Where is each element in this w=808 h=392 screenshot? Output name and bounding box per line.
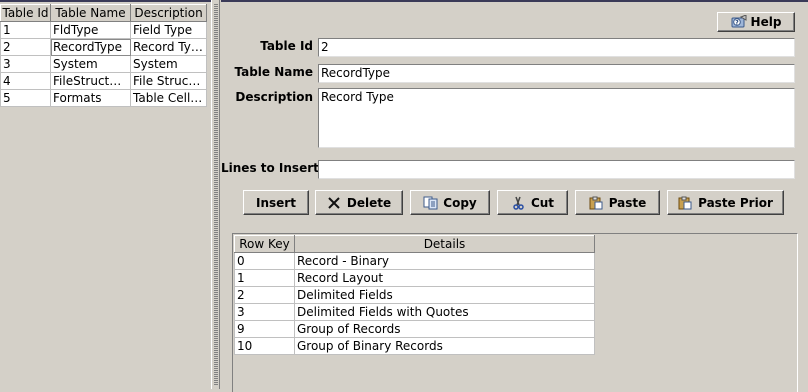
- column-header-table-name[interactable]: Table Name: [50, 4, 131, 22]
- description-cell[interactable]: System: [130, 55, 207, 73]
- paste-button[interactable]: Paste: [575, 190, 660, 215]
- table-row[interactable]: 0 Record - Binary: [234, 252, 595, 270]
- row-key-cell[interactable]: 10: [234, 337, 295, 355]
- cut-button-label: Cut: [530, 195, 555, 210]
- insert-button[interactable]: Insert: [243, 190, 309, 215]
- table-name-label: Table Name: [234, 65, 313, 79]
- svg-text:?: ?: [735, 20, 739, 27]
- table-id-cell[interactable]: 1: [0, 21, 51, 39]
- table-name-cell[interactable]: Formats: [50, 89, 131, 107]
- table-row[interactable]: 2 RecordType Record Type: [0, 38, 207, 56]
- delete-button-label: Delete: [346, 195, 392, 210]
- description-cell[interactable]: Table Cell ...: [130, 89, 207, 107]
- table-row[interactable]: 4 FileStructure File Structu...: [0, 72, 207, 90]
- help-icon: ?: [731, 14, 747, 29]
- cut-button[interactable]: Cut: [497, 190, 568, 215]
- table-row[interactable]: 10 Group of Binary Records: [234, 337, 595, 355]
- copy-button-label: Copy: [443, 195, 477, 210]
- table-id-cell[interactable]: 4: [0, 72, 51, 90]
- column-header-row-key[interactable]: Row Key: [234, 235, 295, 253]
- table-detail-pane: ? Help Table Id 2 Table Name RecordType …: [221, 0, 808, 392]
- table-row[interactable]: 1 FldType Field Type: [0, 21, 207, 39]
- column-header-details[interactable]: Details: [294, 235, 595, 253]
- table-row[interactable]: 1 Record Layout: [234, 269, 595, 287]
- table-row[interactable]: 5 Formats Table Cell ...: [0, 89, 207, 107]
- table-name-cell[interactable]: FldType: [50, 21, 131, 39]
- clipboard-icon: [589, 196, 603, 210]
- details-cell[interactable]: Record Layout: [294, 269, 595, 287]
- delete-button[interactable]: Delete: [315, 190, 403, 215]
- table-id-cell[interactable]: 2: [0, 38, 51, 56]
- splitter-grip[interactable]: [214, 4, 218, 385]
- table-list-header: Table Id Table Name Description: [0, 4, 207, 22]
- table-id-label: Table Id: [260, 39, 313, 53]
- description-cell[interactable]: Field Type: [130, 21, 207, 39]
- details-table-header: Row Key Details: [234, 235, 595, 253]
- table-name-cell[interactable]: System: [50, 55, 131, 73]
- table-list-pane: Table Id Table Name Description 1 FldTyp…: [0, 0, 211, 389]
- details-scroll-pane[interactable]: Row Key Details 0 Record - Binary 1 Reco…: [232, 233, 798, 392]
- help-button[interactable]: ? Help: [717, 12, 795, 32]
- table-list: Table Id Table Name Description 1 FldTyp…: [0, 4, 207, 107]
- details-cell[interactable]: Record - Binary: [294, 252, 595, 270]
- lines-to-insert-field[interactable]: [318, 160, 795, 179]
- lines-to-insert-label: Lines to Insert: [221, 161, 319, 175]
- row-key-cell[interactable]: 0: [234, 252, 295, 270]
- table-id-field[interactable]: 2: [318, 38, 795, 57]
- delete-icon: [327, 196, 341, 210]
- details-table: Row Key Details 0 Record - Binary 1 Reco…: [234, 235, 595, 355]
- clipboard-icon: [678, 196, 692, 210]
- row-key-cell[interactable]: 1: [234, 269, 295, 287]
- column-header-table-id[interactable]: Table Id: [0, 4, 51, 22]
- details-cell[interactable]: Delimited Fields with Quotes: [294, 303, 595, 321]
- table-name-cell[interactable]: RecordType: [50, 38, 131, 56]
- table-row[interactable]: 3 Delimited Fields with Quotes: [234, 303, 595, 321]
- table-row[interactable]: 9 Group of Records: [234, 320, 595, 338]
- details-cell[interactable]: Group of Records: [294, 320, 595, 338]
- description-cell[interactable]: Record Type: [130, 38, 207, 56]
- scissors-icon: [511, 196, 525, 210]
- paste-prior-button[interactable]: Paste Prior: [667, 190, 784, 215]
- details-cell[interactable]: Delimited Fields: [294, 286, 595, 304]
- paste-prior-button-label: Paste Prior: [698, 195, 773, 210]
- paste-button-label: Paste: [608, 195, 647, 210]
- help-button-label: Help: [750, 15, 782, 29]
- table-name-cell[interactable]: FileStructure: [50, 72, 131, 90]
- column-header-description[interactable]: Description: [130, 4, 207, 22]
- table-row[interactable]: 3 System System: [0, 55, 207, 73]
- split-pane-divider[interactable]: [211, 0, 220, 389]
- table-row[interactable]: 2 Delimited Fields: [234, 286, 595, 304]
- description-label: Description: [235, 90, 313, 104]
- table-id-cell[interactable]: 3: [0, 55, 51, 73]
- insert-button-label: Insert: [256, 195, 296, 210]
- description-cell[interactable]: File Structu...: [130, 72, 207, 90]
- table-name-field[interactable]: RecordType: [318, 64, 795, 83]
- description-field[interactable]: Record Type: [318, 88, 795, 148]
- row-key-cell[interactable]: 9: [234, 320, 295, 338]
- copy-icon: [423, 196, 438, 210]
- row-key-cell[interactable]: 3: [234, 303, 295, 321]
- details-cell[interactable]: Group of Binary Records: [294, 337, 595, 355]
- row-key-cell[interactable]: 2: [234, 286, 295, 304]
- copy-button[interactable]: Copy: [410, 190, 490, 215]
- table-id-cell[interactable]: 5: [0, 89, 51, 107]
